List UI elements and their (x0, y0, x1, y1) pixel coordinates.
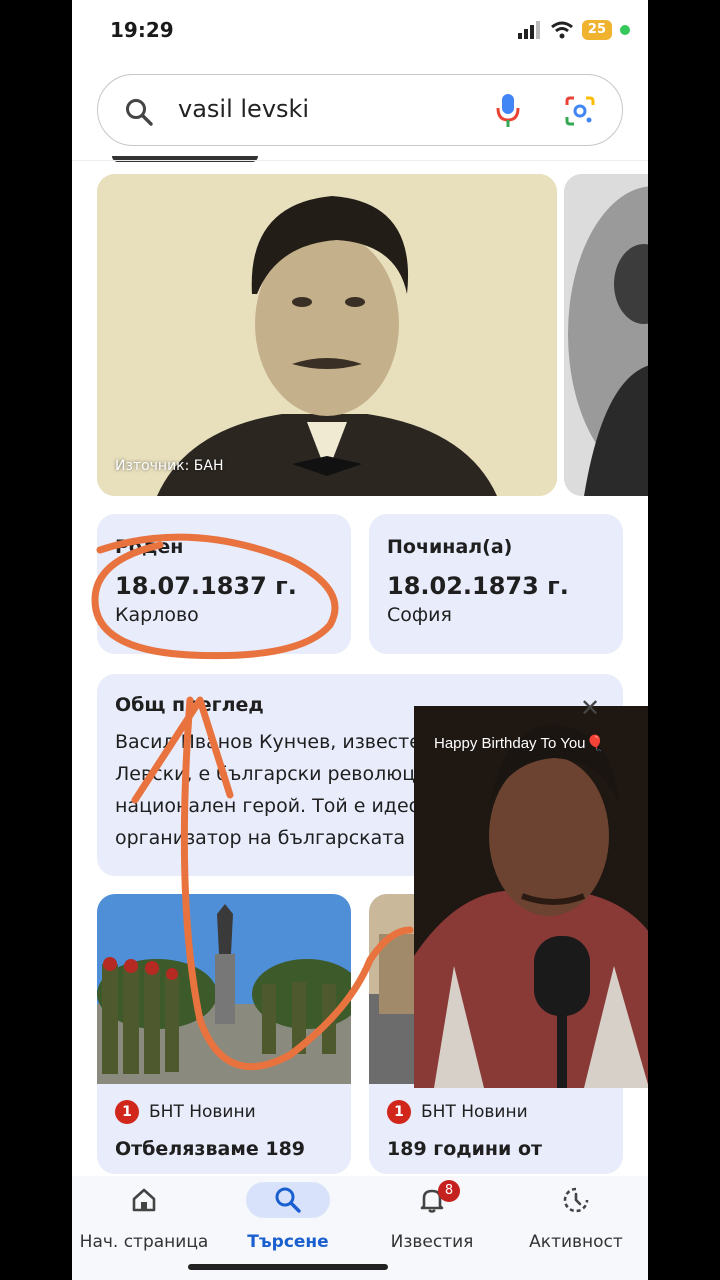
died-label: Починал(а) (387, 536, 513, 558)
home-indicator (188, 1264, 388, 1270)
news-source: 1 БНТ Новини (115, 1100, 256, 1124)
portrait-image[interactable]: Източник: БАН (97, 174, 557, 496)
search-bar[interactable]: vasil levski (97, 74, 623, 146)
notification-badge: 8 (438, 1180, 460, 1202)
portrait-drawing (97, 174, 557, 496)
died-place: София (387, 604, 452, 626)
privacy-dot (620, 25, 630, 35)
image-source: Източник: БАН (115, 458, 224, 474)
news-thumbnail (97, 894, 351, 1084)
search-nav-icon-wrap (246, 1182, 330, 1218)
search-icon (275, 1187, 301, 1213)
status-bar: 19:29 25 (72, 0, 648, 60)
close-icon[interactable]: ✕ (580, 694, 600, 722)
nav-search-label: Търсене (247, 1232, 329, 1252)
born-place: Карлово (115, 604, 199, 626)
news-headline: 189 години от (387, 1138, 543, 1160)
wifi-icon (550, 21, 573, 39)
nav-activity[interactable]: Активност (504, 1176, 648, 1256)
google-lens-icon[interactable] (564, 95, 596, 127)
bnt-logo-icon: 1 (115, 1100, 139, 1124)
born-label: Роден (115, 536, 184, 558)
born-date: 18.07.1837 г. (115, 572, 297, 600)
search-query[interactable]: vasil levski (178, 95, 309, 123)
nav-notifications-label: Известия (390, 1232, 474, 1252)
video-caption: Happy Birthday To You🎈 (434, 735, 605, 752)
second-portrait-drawing (564, 174, 648, 496)
header-divider (72, 160, 648, 161)
video-overlay[interactable]: Happy Birthday To You🎈 (414, 706, 648, 1088)
home-icon-wrap (114, 1182, 174, 1218)
nav-home[interactable]: Нач. страница (72, 1176, 216, 1256)
home-icon (132, 1188, 156, 1212)
born-fact-card[interactable]: Роден 18.07.1837 г. Карлово (97, 514, 351, 654)
nav-notifications[interactable]: 8 Известия (360, 1176, 504, 1256)
phone-screen: 19:29 25 vasil levski Източник: БАН Роде… (72, 0, 648, 1280)
news-headline: Отбелязваме 189 (115, 1138, 306, 1160)
news-source: 1 БНТ Новини (387, 1100, 528, 1124)
died-date: 18.02.1873 г. (387, 572, 569, 600)
search-icon (126, 99, 153, 126)
bnt-logo-icon: 1 (387, 1100, 411, 1124)
microphone-icon[interactable] (496, 93, 520, 129)
chip-edge (112, 156, 258, 162)
activity-icon-wrap (546, 1182, 606, 1218)
cellular-signal-icon (517, 21, 540, 39)
news-source-name: БНТ Новини (421, 1102, 528, 1122)
status-icons: 25 (517, 18, 630, 42)
status-time: 19:29 (110, 18, 174, 42)
news-card[interactable]: 1 БНТ Новини Отбелязваме 189 (97, 894, 351, 1174)
died-fact-card[interactable]: Починал(а) 18.02.1873 г. София (369, 514, 623, 654)
nav-search[interactable]: Търсене (216, 1176, 360, 1256)
nav-activity-label: Активност (529, 1232, 623, 1252)
activity-icon (563, 1187, 589, 1213)
second-portrait-image[interactable] (564, 174, 648, 496)
nav-home-label: Нач. страница (79, 1232, 209, 1252)
news-source-name: БНТ Новини (149, 1102, 256, 1122)
video-frame (414, 706, 648, 1088)
battery-indicator: 25 (581, 20, 612, 40)
